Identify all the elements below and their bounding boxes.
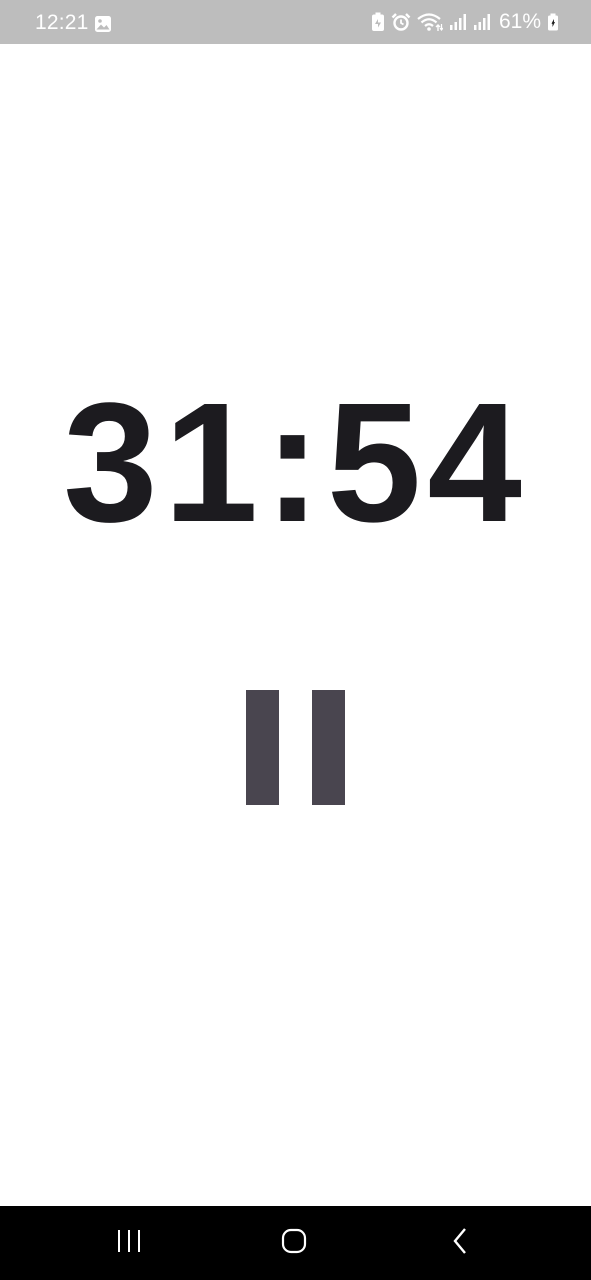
gallery-icon xyxy=(94,15,112,33)
alarm-icon xyxy=(391,12,411,32)
battery-icon xyxy=(547,13,559,31)
wifi-icon xyxy=(417,12,443,32)
recents-button[interactable] xyxy=(99,1220,159,1266)
pause-icon-bar-right xyxy=(312,690,345,805)
battery-percentage: 61% xyxy=(498,10,541,33)
pause-icon-bar-left xyxy=(246,690,279,805)
status-bar: 12:21 61% xyxy=(0,0,591,44)
home-icon xyxy=(280,1227,308,1260)
back-button[interactable] xyxy=(430,1220,490,1266)
signal-icon xyxy=(449,13,467,31)
home-button[interactable] xyxy=(264,1220,324,1266)
recents-icon xyxy=(116,1229,142,1258)
battery-saver-icon xyxy=(371,12,385,32)
pause-button[interactable] xyxy=(233,678,359,818)
status-time: 12:21 xyxy=(35,11,89,34)
status-icons: 61% xyxy=(371,0,559,44)
navigation-bar xyxy=(0,1206,591,1280)
timer-display: 31:54 xyxy=(63,368,528,558)
back-icon xyxy=(451,1227,469,1260)
signal-icon xyxy=(473,13,491,31)
